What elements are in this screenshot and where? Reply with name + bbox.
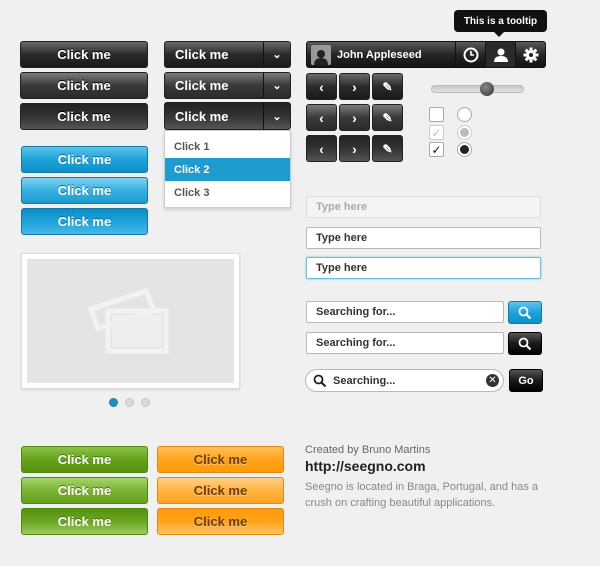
search-icon [518, 306, 532, 319]
chevron-left-icon: ‹ [319, 78, 324, 95]
user-icon [493, 48, 508, 62]
dropdown-menu: Click 1 Click 2 Click 3 [164, 130, 291, 208]
image-placeholder-icon [87, 287, 168, 354]
profile-button[interactable] [485, 42, 515, 67]
search-text: Searching... [333, 374, 396, 387]
next-button-active[interactable]: › [339, 135, 370, 162]
carousel-dot-active[interactable] [109, 398, 118, 407]
radio-selected-disabled[interactable] [457, 125, 472, 140]
checkmark-icon: ✓ [431, 125, 442, 140]
dark-button-active[interactable]: Click me [20, 103, 148, 130]
orange-button-normal[interactable]: Click me [157, 446, 284, 473]
chevron-right-icon: › [352, 140, 357, 157]
blue-button-hover[interactable]: Click me [21, 177, 148, 204]
dropdown-option[interactable]: Click 3 [165, 181, 290, 204]
image-placeholder [27, 259, 234, 383]
chevron-down-icon[interactable]: ⌄ [263, 42, 290, 67]
credits-url[interactable]: http://seegno.com [305, 458, 426, 474]
tooltip: This is a tooltip [454, 10, 547, 37]
green-button-normal[interactable]: Click me [21, 446, 148, 473]
image-carousel [21, 253, 240, 389]
search-field-rounded[interactable]: Searching... ✕ [305, 369, 504, 392]
checkbox-unchecked[interactable] [429, 107, 444, 122]
chevron-right-icon: › [352, 109, 357, 126]
user-silhouette-icon [314, 49, 328, 65]
green-button-active[interactable]: Click me [21, 508, 148, 535]
carousel-dot[interactable] [141, 398, 150, 407]
radio-unselected[interactable] [457, 107, 472, 122]
edit-button[interactable]: ✎ [372, 73, 403, 100]
text-input-disabled[interactable]: Type here [306, 196, 541, 218]
split-button-open[interactable]: Click me ⌄ [164, 102, 291, 130]
pencil-icon: ✎ [382, 110, 393, 125]
pencil-icon: ✎ [382, 79, 393, 94]
credits-author: Created by Bruno Martins [305, 444, 431, 456]
carousel-dot[interactable] [125, 398, 134, 407]
edit-button-active[interactable]: ✎ [372, 135, 403, 162]
split-button-label: Click me [175, 47, 229, 62]
split-button-label: Click me [175, 78, 229, 93]
edit-button-hover[interactable]: ✎ [372, 104, 403, 131]
settings-button[interactable] [515, 42, 545, 67]
credits-description-line2: crush on crafting beautiful applications… [305, 497, 496, 509]
prev-button-active[interactable]: ‹ [306, 135, 337, 162]
avatar [311, 44, 331, 65]
chevron-left-icon: ‹ [319, 140, 324, 157]
go-button[interactable]: Go [509, 369, 543, 392]
split-button-normal[interactable]: Click me ⌄ [164, 41, 291, 68]
text-input-focused[interactable]: Type here [306, 257, 541, 279]
clock-icon [463, 47, 478, 62]
dark-button-normal[interactable]: Click me [20, 41, 148, 68]
split-button-label: Click me [175, 108, 229, 124]
radio-selected[interactable] [457, 142, 472, 157]
checkmark-icon: ✓ [431, 142, 442, 157]
split-button-hover[interactable]: Click me ⌄ [164, 72, 291, 99]
slider-handle[interactable] [479, 82, 494, 96]
blue-button-normal[interactable]: Click me [21, 146, 148, 173]
history-button[interactable] [455, 42, 485, 67]
next-button-hover[interactable]: › [339, 104, 370, 131]
slider-track[interactable] [431, 85, 524, 93]
clear-icon[interactable]: ✕ [486, 374, 499, 387]
search-icon [313, 374, 327, 387]
text-input[interactable]: Type here [306, 227, 541, 249]
dropdown-option-selected[interactable]: Click 2 [165, 158, 290, 181]
checkbox-checked-disabled[interactable]: ✓ [429, 125, 444, 140]
checkbox-checked[interactable]: ✓ [429, 142, 444, 157]
prev-button-hover[interactable]: ‹ [306, 104, 337, 131]
green-button-hover[interactable]: Click me [21, 477, 148, 504]
pencil-icon: ✎ [382, 141, 393, 156]
next-button[interactable]: › [339, 73, 370, 100]
user-menu[interactable]: John Appleseed [307, 42, 455, 67]
orange-button-hover[interactable]: Click me [157, 477, 284, 504]
chevron-right-icon: › [352, 78, 357, 95]
chevron-down-icon[interactable]: ⌄ [263, 73, 290, 98]
search-input[interactable]: Searching for... [306, 301, 504, 323]
prev-button[interactable]: ‹ [306, 73, 337, 100]
username: John Appleseed [337, 48, 422, 61]
search-input[interactable]: Searching for... [306, 332, 504, 354]
chevron-left-icon: ‹ [319, 109, 324, 126]
orange-button-active[interactable]: Click me [157, 508, 284, 535]
dropdown-option[interactable]: Click 1 [165, 135, 290, 158]
chevron-down-icon[interactable]: ⌄ [263, 103, 290, 129]
user-navbar: John Appleseed [306, 41, 546, 68]
credits-description-line1: Seegno is located in Braga, Portugal, an… [305, 481, 538, 493]
search-icon [518, 337, 532, 350]
gear-icon [523, 47, 538, 62]
search-button-blue[interactable] [508, 301, 542, 324]
search-button-dark[interactable] [508, 332, 542, 355]
dark-button-hover[interactable]: Click me [20, 72, 148, 99]
blue-button-active[interactable]: Click me [21, 208, 148, 235]
